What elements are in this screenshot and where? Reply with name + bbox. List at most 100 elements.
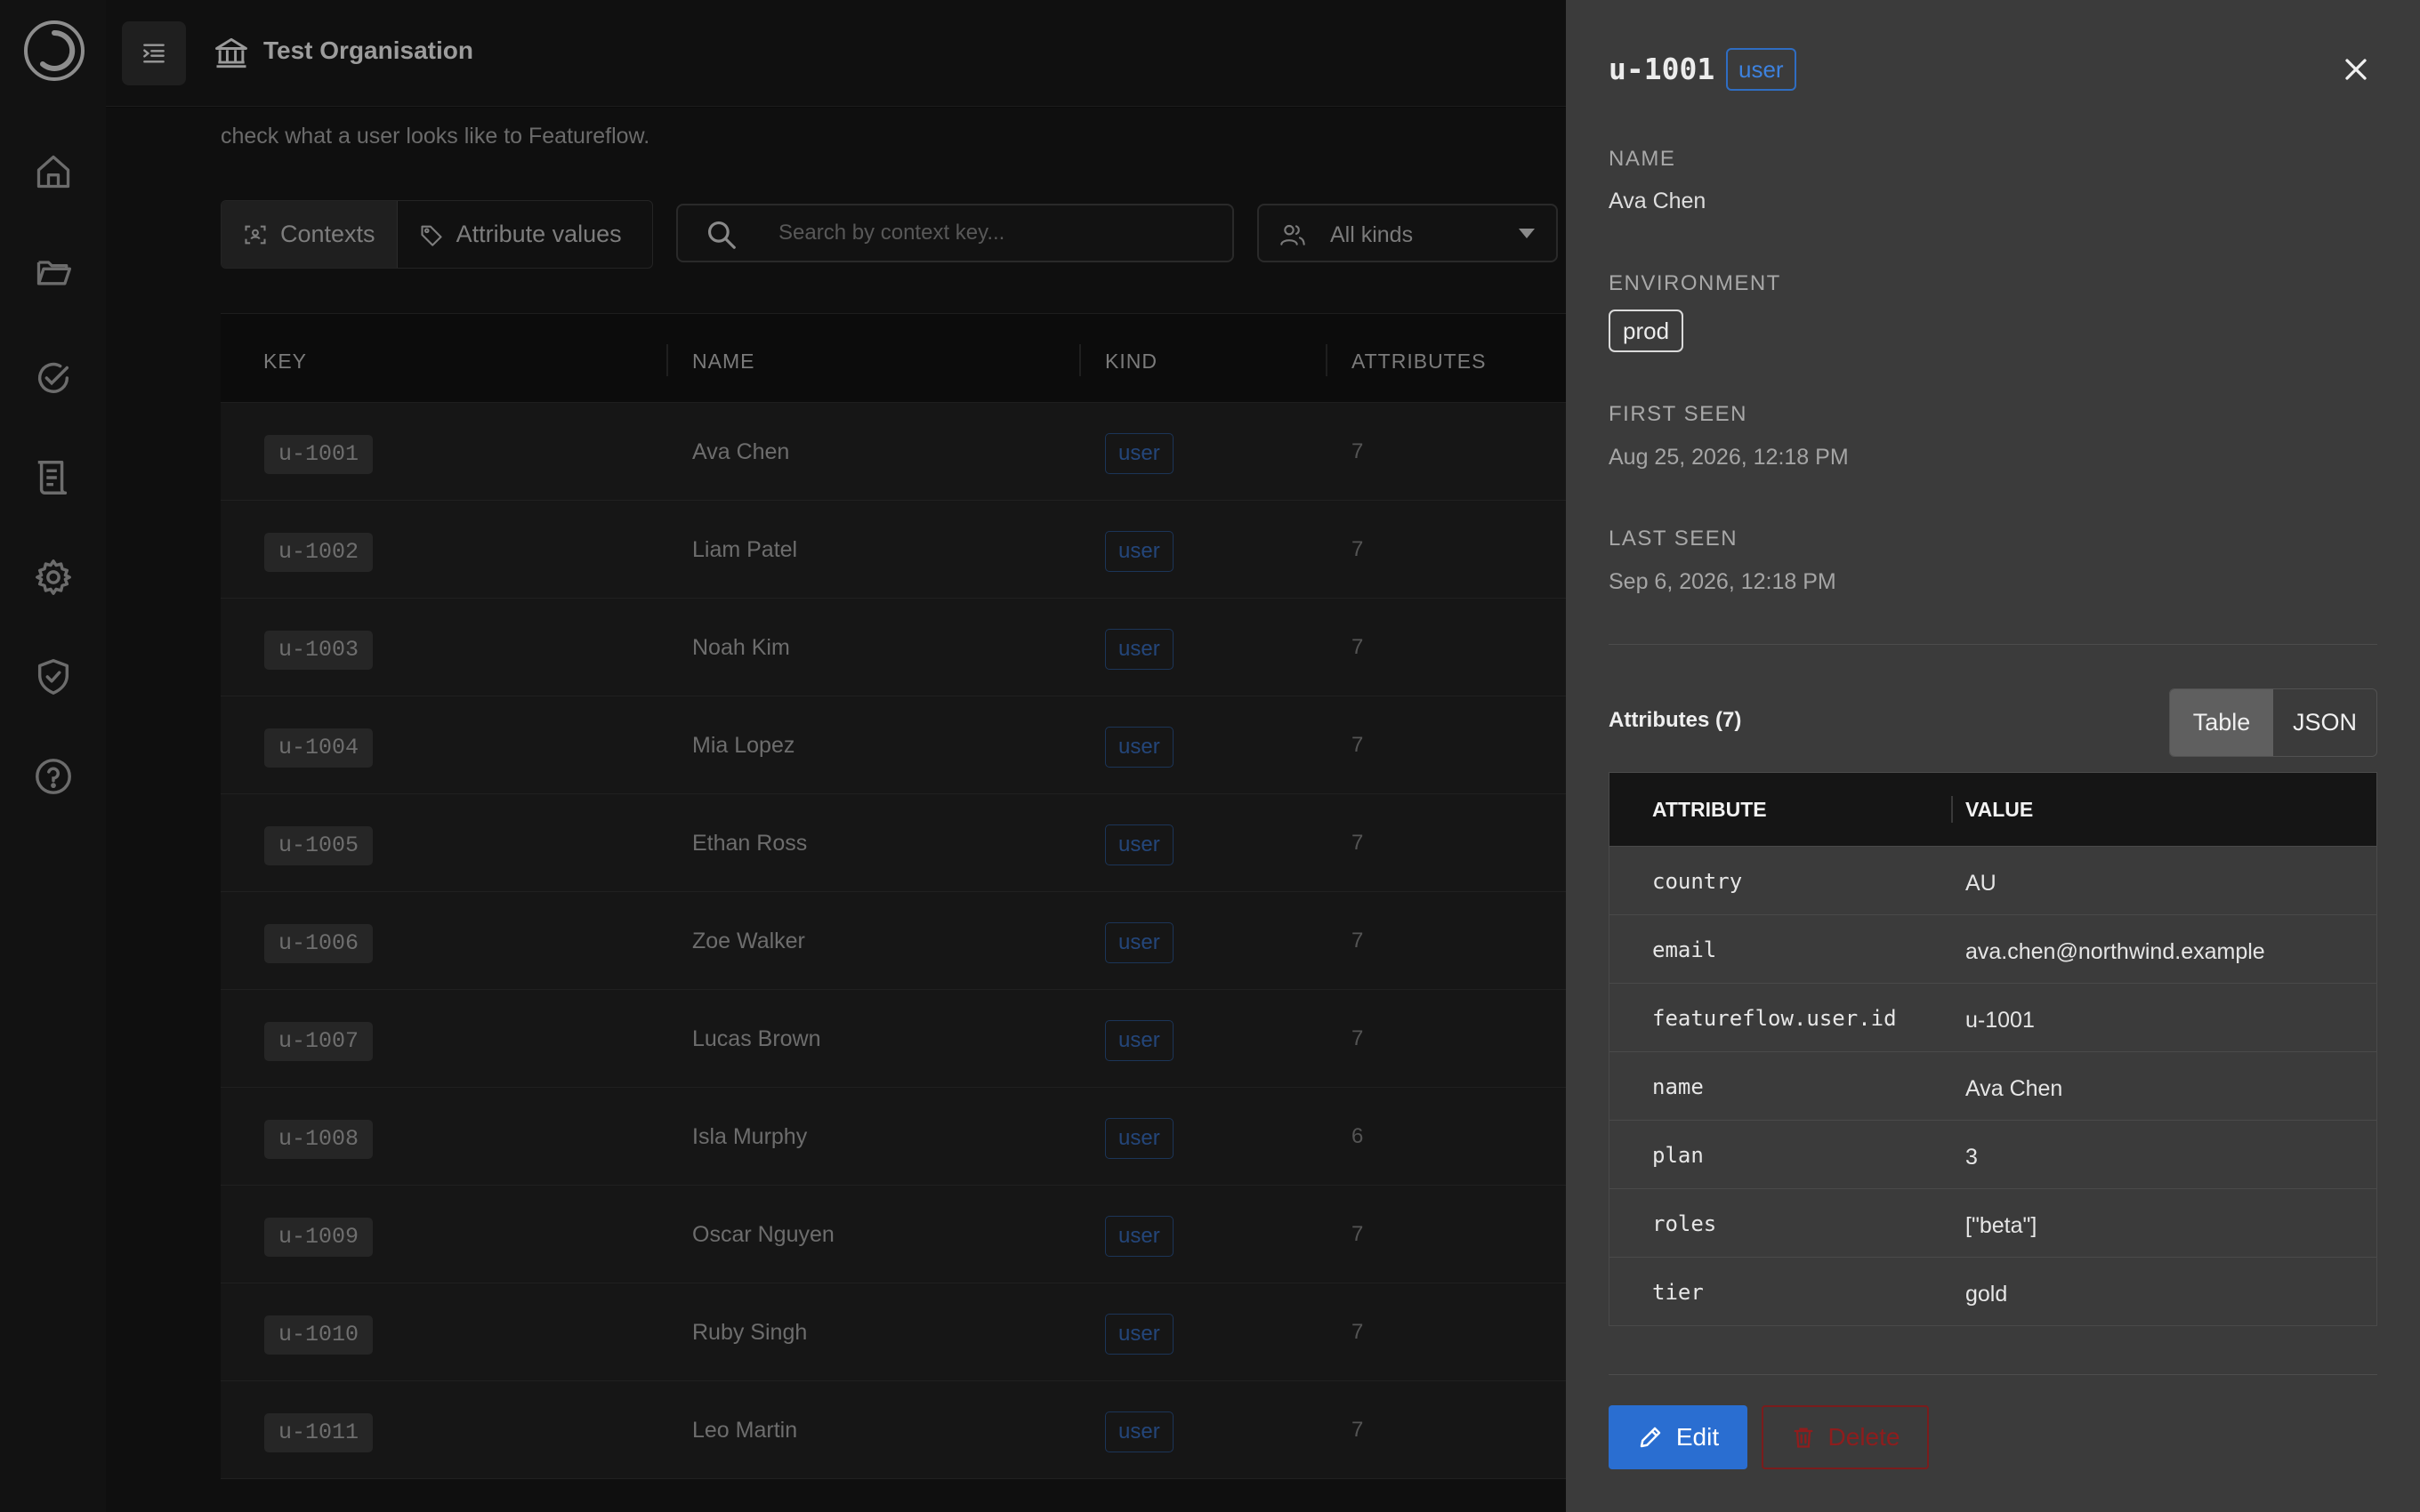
gear-icon[interactable]: [27, 551, 80, 604]
table-row[interactable]: u-1011 Leo Martin user 7: [221, 1381, 1566, 1479]
folder-icon[interactable]: [27, 245, 80, 299]
featureflow-logo[interactable]: [23, 20, 85, 82]
edit-button[interactable]: Edit: [1609, 1405, 1747, 1469]
context-name: Isla Murphy: [692, 1124, 808, 1149]
shield-check-icon[interactable]: [27, 650, 80, 704]
json-view-button[interactable]: JSON: [2273, 689, 2376, 756]
column-header-attributes[interactable]: ATTRIBUTES: [1351, 350, 1486, 374]
context-name: Oscar Nguyen: [692, 1222, 835, 1247]
delete-button-label: Delete: [1827, 1423, 1900, 1451]
users-icon: [1280, 224, 1305, 245]
table-row[interactable]: u-1002 Liam Patel user 7: [221, 501, 1566, 599]
attribute-key: name: [1652, 1074, 1704, 1099]
column-header-attribute: ATTRIBUTE: [1652, 798, 1767, 821]
table-row[interactable]: u-1001 Ava Chen user 7: [221, 403, 1566, 501]
table-row[interactable]: u-1008 Isla Murphy user 6: [221, 1088, 1566, 1186]
section-divider: [1609, 1374, 2377, 1375]
column-header-key[interactable]: KEY: [263, 350, 307, 374]
table-row[interactable]: u-1003 Noah Kim user 7: [221, 599, 1566, 696]
delete-button[interactable]: Delete: [1762, 1405, 1929, 1469]
kind-badge: user: [1726, 48, 1796, 91]
context-key: u-1004: [264, 728, 374, 768]
environment-label: ENVIRONMENT: [1609, 271, 1781, 295]
section-divider: [1609, 644, 2377, 645]
context-name: Noah Kim: [692, 635, 790, 660]
context-name: Ava Chen: [692, 439, 790, 464]
audit-log-icon[interactable]: [27, 451, 80, 504]
kind-badge: user: [1105, 1411, 1174, 1452]
context-name: Mia Lopez: [692, 733, 795, 758]
attribute-key: featureflow.user.id: [1652, 1006, 1897, 1031]
table-row[interactable]: u-1004 Mia Lopez user 7: [221, 696, 1566, 794]
attribute-row: featureflow.user.id u-1001: [1609, 983, 2376, 1051]
attribute-count: 6: [1351, 1124, 1364, 1148]
kind-badge: user: [1105, 824, 1174, 865]
search-input[interactable]: [778, 205, 1214, 261]
environment-badge: prod: [1609, 310, 1684, 352]
check-circle-icon[interactable]: [27, 351, 80, 405]
context-key: u-1006: [264, 924, 374, 963]
column-header-name[interactable]: NAME: [692, 350, 754, 374]
tab-attribute-values[interactable]: Attribute values: [398, 201, 643, 268]
column-header-kind[interactable]: KIND: [1105, 350, 1158, 374]
view-tabs: Contexts Attribute values: [221, 200, 653, 269]
help-icon[interactable]: [27, 750, 80, 803]
column-divider: [666, 344, 668, 376]
tag-icon: [421, 225, 442, 246]
table-view-button[interactable]: Table: [2170, 689, 2273, 756]
attribute-value: AU: [1965, 871, 1996, 896]
attribute-value: Ava Chen: [1965, 1076, 2063, 1101]
table-row[interactable]: u-1009 Oscar Nguyen user 7: [221, 1186, 1566, 1283]
first-seen-value: Aug 25, 2026, 12:18 PM: [1609, 445, 1849, 470]
tab-attribute-values-label: Attribute values: [456, 221, 622, 247]
kind-badge: user: [1105, 727, 1174, 768]
kind-badge: user: [1105, 922, 1174, 963]
attribute-row: email ava.chen@northwind.example: [1609, 914, 2376, 983]
pencil-icon: [1640, 1427, 1661, 1448]
close-button[interactable]: [2338, 52, 2374, 87]
close-icon: [2345, 59, 2367, 80]
edit-button-label: Edit: [1675, 1423, 1720, 1451]
context-key: u-1003: [264, 631, 374, 670]
contexts-page: check what a user looks like to Featuref…: [106, 108, 1566, 1512]
top-bar: Test Organisation: [106, 0, 1566, 107]
attribute-count: 7: [1351, 831, 1364, 855]
attribute-count: 7: [1351, 929, 1364, 953]
context-key: u-1011: [264, 1413, 374, 1452]
table-row[interactable]: u-1006 Zoe Walker user 7: [221, 892, 1566, 990]
attributes-table-header: ATTRIBUTE VALUE: [1609, 773, 2376, 846]
attribute-count: 7: [1351, 733, 1364, 757]
kind-badge: user: [1105, 433, 1174, 474]
context-name: Liam Patel: [692, 537, 798, 562]
column-divider: [1326, 344, 1327, 376]
table-row[interactable]: u-1007 Lucas Brown user 7: [221, 990, 1566, 1088]
attribute-key: email: [1652, 937, 1717, 962]
organisation-name[interactable]: Test Organisation: [263, 36, 473, 65]
attribute-value: ["beta"]: [1965, 1213, 2037, 1238]
attribute-count: 7: [1351, 1222, 1364, 1246]
column-divider: [1951, 796, 1953, 823]
context-detail-drawer: u-1001 user NAME Ava Chen ENVIRONMENT pr…: [1566, 0, 2420, 1512]
menu-toggle-button[interactable]: [122, 21, 186, 85]
kind-filter-select[interactable]: All kinds: [1257, 204, 1558, 262]
context-key: u-1007: [264, 1022, 374, 1061]
page-description: check what a user looks like to Featuref…: [221, 124, 650, 149]
search-box: [676, 204, 1234, 262]
attribute-row: plan 3: [1609, 1120, 2376, 1188]
attributes-title: Attributes (7): [1609, 708, 1742, 732]
last-seen-value: Sep 6, 2026, 12:18 PM: [1609, 569, 1836, 594]
context-name: Zoe Walker: [692, 929, 805, 953]
tab-contexts[interactable]: Contexts: [222, 201, 398, 268]
app-root: Test Organisation check what a user look…: [0, 0, 2420, 1512]
table-row[interactable]: u-1010 Ruby Singh user 7: [221, 1283, 1566, 1381]
context-key: u-1008: [264, 1120, 374, 1159]
context-name: Lucas Brown: [692, 1026, 821, 1051]
kind-badge: user: [1105, 1020, 1174, 1061]
attribute-key: tier: [1652, 1280, 1704, 1305]
attribute-value: u-1001: [1965, 1008, 2035, 1033]
context-name: Leo Martin: [692, 1418, 798, 1443]
kind-badge: user: [1105, 531, 1174, 572]
table-row[interactable]: u-1005 Ethan Ross user 7: [221, 794, 1566, 892]
home-icon[interactable]: [27, 145, 80, 198]
bank-icon: [212, 34, 251, 73]
